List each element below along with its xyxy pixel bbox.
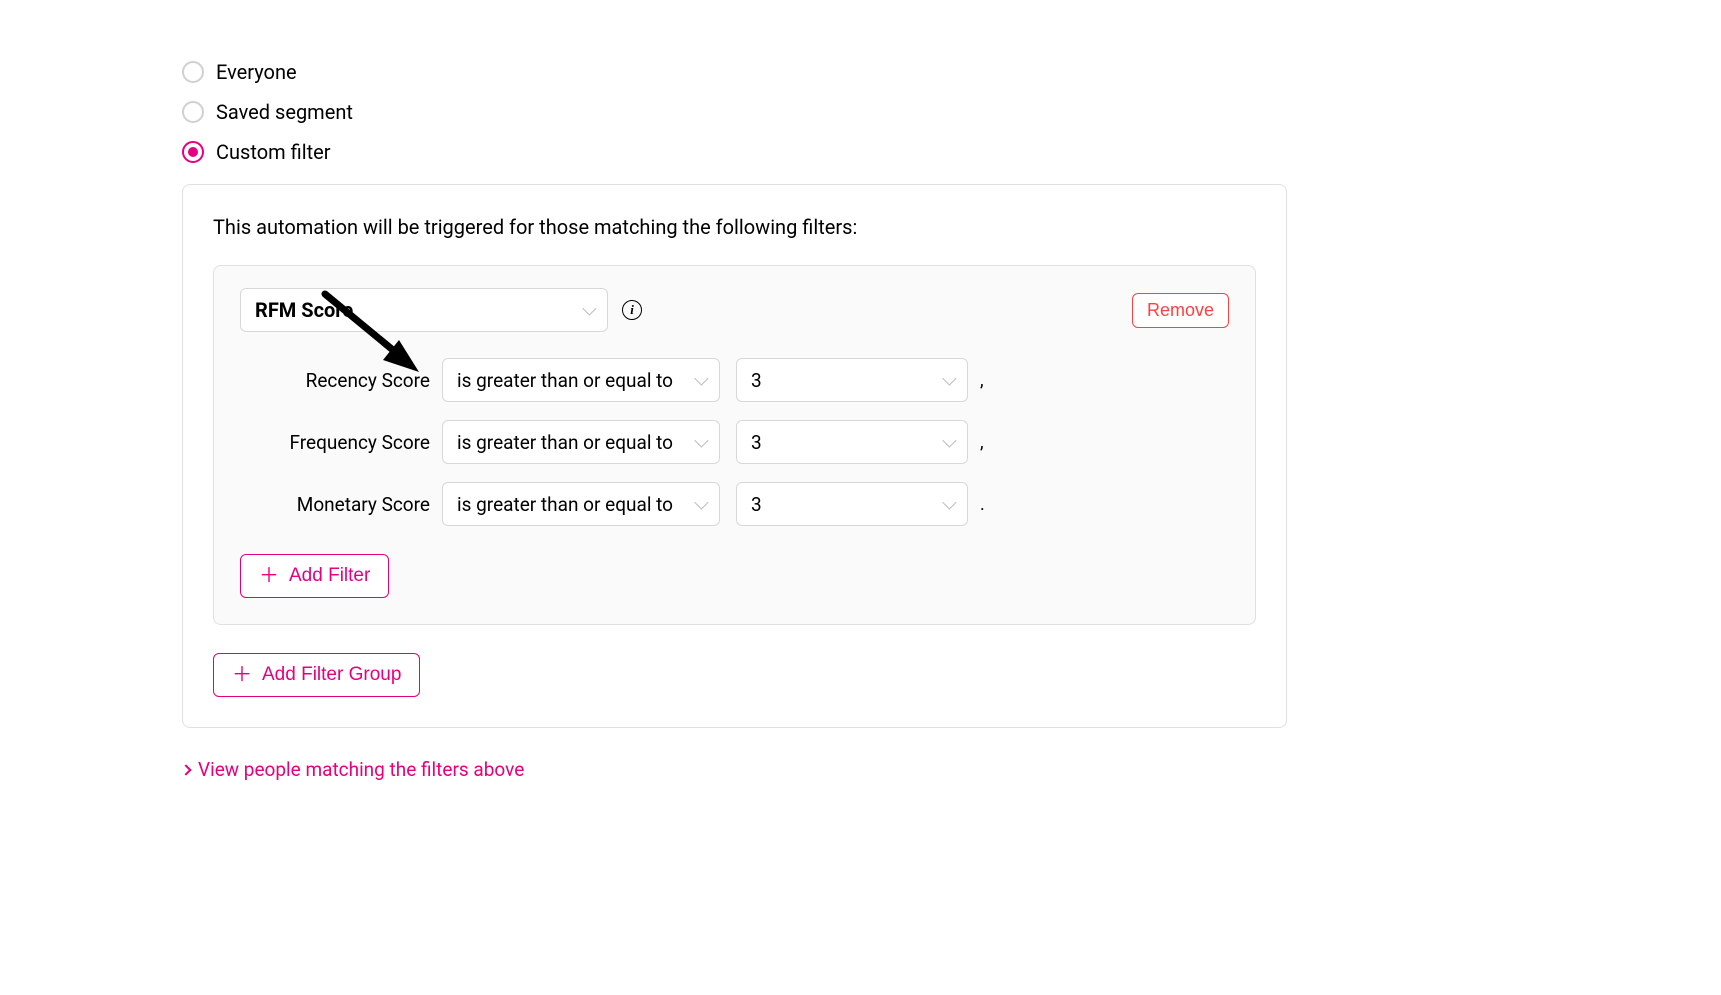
view-people-label: View people matching the filters above bbox=[198, 758, 524, 781]
custom-filter-panel: This automation will be triggered for th… bbox=[182, 184, 1287, 728]
filter-group: RFM Score i Remove Recency Score is grea… bbox=[213, 265, 1256, 625]
add-filter-button[interactable]: ＋ Add Filter bbox=[240, 554, 389, 598]
add-filter-group-label: Add Filter Group bbox=[262, 664, 401, 686]
trailing-punctuation: , bbox=[980, 432, 984, 453]
radio-icon bbox=[182, 101, 204, 123]
operator-value: is greater than or equal to bbox=[457, 369, 673, 392]
chevron-down-icon bbox=[942, 496, 956, 510]
filter-type-select[interactable]: RFM Score bbox=[240, 288, 608, 332]
add-filter-group-button[interactable]: ＋ Add Filter Group bbox=[213, 653, 420, 697]
info-icon[interactable]: i bbox=[622, 300, 642, 320]
radio-icon bbox=[182, 61, 204, 83]
remove-filter-button[interactable]: Remove bbox=[1132, 293, 1229, 328]
value-text: 3 bbox=[751, 431, 762, 454]
chevron-down-icon bbox=[942, 434, 956, 448]
filter-group-header: RFM Score i Remove bbox=[240, 288, 1229, 332]
chevron-down-icon bbox=[582, 302, 596, 316]
frequency-label: Frequency Score bbox=[240, 431, 430, 454]
radio-label: Custom filter bbox=[216, 140, 331, 164]
filter-type-value: RFM Score bbox=[255, 298, 353, 322]
frequency-operator-select[interactable]: is greater than or equal to bbox=[442, 420, 720, 464]
radio-label: Everyone bbox=[216, 60, 297, 84]
filter-row-monetary: Monetary Score is greater than or equal … bbox=[240, 482, 1229, 526]
monetary-label: Monetary Score bbox=[240, 493, 430, 516]
chevron-down-icon bbox=[694, 434, 708, 448]
radio-label: Saved segment bbox=[216, 100, 353, 124]
monetary-value-select[interactable]: 3 bbox=[736, 482, 968, 526]
operator-value: is greater than or equal to bbox=[457, 493, 673, 516]
panel-description: This automation will be triggered for th… bbox=[213, 215, 1256, 239]
trailing-punctuation: . bbox=[980, 494, 985, 515]
radio-icon-selected bbox=[182, 141, 204, 163]
add-filter-label: Add Filter bbox=[289, 565, 370, 587]
operator-value: is greater than or equal to bbox=[457, 431, 673, 454]
chevron-down-icon bbox=[694, 496, 708, 510]
recency-value-select[interactable]: 3 bbox=[736, 358, 968, 402]
recency-label: Recency Score bbox=[240, 369, 430, 392]
plus-icon: ＋ bbox=[232, 665, 252, 685]
chevron-down-icon bbox=[942, 372, 956, 386]
chevron-down-icon bbox=[694, 372, 708, 386]
trailing-punctuation: , bbox=[980, 370, 984, 391]
monetary-operator-select[interactable]: is greater than or equal to bbox=[442, 482, 720, 526]
value-text: 3 bbox=[751, 369, 762, 392]
value-text: 3 bbox=[751, 493, 762, 516]
audience-radio-group: Everyone Saved segment Custom filter bbox=[182, 60, 1721, 164]
plus-icon: ＋ bbox=[259, 566, 279, 586]
radio-everyone[interactable]: Everyone bbox=[182, 60, 1721, 84]
radio-saved-segment[interactable]: Saved segment bbox=[182, 100, 1721, 124]
radio-dot bbox=[188, 147, 198, 157]
radio-custom-filter[interactable]: Custom filter bbox=[182, 140, 1721, 164]
view-people-link[interactable]: View people matching the filters above bbox=[182, 758, 524, 781]
frequency-value-select[interactable]: 3 bbox=[736, 420, 968, 464]
recency-operator-select[interactable]: is greater than or equal to bbox=[442, 358, 720, 402]
chevron-right-icon bbox=[180, 764, 191, 775]
filter-row-recency: Recency Score is greater than or equal t… bbox=[240, 358, 1229, 402]
filter-row-frequency: Frequency Score is greater than or equal… bbox=[240, 420, 1229, 464]
